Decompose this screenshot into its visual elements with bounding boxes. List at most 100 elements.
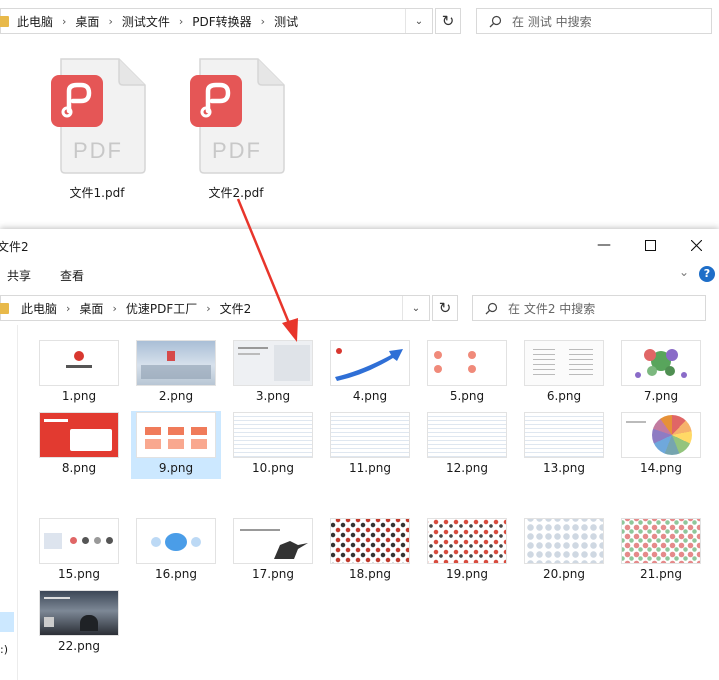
file-item[interactable]: 8.png [34,413,124,475]
maximize-icon [644,239,656,251]
breadcrumb-item[interactable]: 测试 [274,13,298,30]
file-item[interactable]: 12.png [422,413,512,475]
image-thumbnail [137,519,215,563]
address-bar[interactable]: 此电脑 › 桌面 › 测试文件 › PDF转换器 › 测试 ⌄ [0,8,433,34]
search-icon [489,15,502,27]
breadcrumb-item[interactable]: 此电脑 [21,300,57,317]
navigation-pane[interactable]: :) [0,325,18,680]
nav-selected-item[interactable] [0,612,14,632]
folder-icon [0,15,9,27]
chevron-down-icon[interactable]: ⌄ [679,265,689,279]
file-item[interactable]: 1.png [34,341,124,403]
file-name: 10.png [252,461,294,475]
image-thumbnail [525,341,603,385]
file-name: 21.png [640,567,682,581]
maximize-button[interactable] [627,229,673,261]
file-name: 7.png [643,389,679,403]
file-item[interactable]: 17.png [228,519,318,581]
image-thumbnail [622,341,700,385]
chevron-down-icon[interactable]: ⌄ [405,9,432,33]
close-icon [690,239,702,251]
image-thumbnail [137,341,215,385]
file-item[interactable]: PDF 文件2.pdf [181,57,291,201]
chevron-down-icon[interactable]: ⌄ [402,296,429,320]
file-item[interactable]: 3.png [228,341,318,403]
breadcrumb-item[interactable]: 优速PDF工厂 [126,300,197,317]
refresh-icon: ↻ [441,12,455,30]
file-item[interactable]: 6.png [519,341,609,403]
search-placeholder: 在 文件2 中搜索 [508,301,596,316]
file-item[interactable]: 22.png [34,591,124,653]
file-item-selected[interactable]: 9.png [131,411,221,479]
search-placeholder: 在 测试 中搜索 [512,14,592,29]
refresh-button[interactable]: ↻ [435,8,461,34]
image-thumbnail [331,413,409,457]
chevron-right-icon: › [112,301,117,315]
pdf-file-icon: PDF [51,58,146,174]
file-name: 文件2.pdf [208,186,264,200]
image-thumbnail [525,519,603,563]
breadcrumb-item[interactable]: 文件2 [220,300,252,317]
file-item[interactable]: 7.png [616,341,706,403]
svg-text:PDF: PDF [73,138,123,163]
image-thumbnail [622,413,700,457]
search-input[interactable]: 在 测试 中搜索 [476,8,712,34]
ribbon-tabs: 共享 查看 ⌄ ? [0,261,719,287]
address-bar[interactable]: 此电脑 › 桌面 › 优速PDF工厂 › 文件2 ⌄ [0,295,430,321]
nav-item-label[interactable]: :) [0,643,8,656]
image-thumbnail [137,413,215,457]
image-thumbnail [40,341,118,385]
file-name: 8.png [61,461,97,475]
window-title: 文件2 [0,240,29,254]
file-name: 2.png [158,389,194,403]
tab-share[interactable]: 共享 [7,267,31,284]
breadcrumb-item[interactable]: 桌面 [79,300,103,317]
file-name: 22.png [58,639,100,653]
file-item[interactable]: 20.png [519,519,609,581]
title-bar[interactable]: 文件2 — [0,229,719,261]
close-button[interactable] [673,229,719,261]
file-name: 18.png [349,567,391,581]
file-item[interactable]: 13.png [519,413,609,475]
breadcrumb-item[interactable]: 测试文件 [122,13,170,30]
file-item[interactable]: 16.png [131,519,221,581]
breadcrumb: 此电脑 › 桌面 › 测试文件 › PDF转换器 › 测试 [17,13,298,30]
file-name: 13.png [543,461,585,475]
minimize-button[interactable]: — [581,229,627,261]
file-item[interactable]: 15.png [34,519,124,581]
file-name: 17.png [252,567,294,581]
image-thumbnail [40,591,118,635]
chevron-right-icon: › [206,301,211,315]
file-name: 11.png [349,461,391,475]
file-item[interactable]: 14.png [616,413,706,475]
breadcrumb: 此电脑 › 桌面 › 优速PDF工厂 › 文件2 [21,300,251,317]
file-name: 5.png [449,389,485,403]
image-thumbnail [234,519,312,563]
file-item[interactable]: 4.png [325,341,415,403]
breadcrumb-item[interactable]: 此电脑 [17,13,53,30]
image-thumbnail [40,519,118,563]
file-item[interactable]: 18.png [325,519,415,581]
search-input[interactable]: 在 文件2 中搜索 [472,295,706,321]
file-item[interactable]: PDF 文件1.pdf [42,57,152,201]
svg-text:PDF: PDF [212,138,262,163]
foreground-explorer-window: 文件2 — 共享 查看 ⌄ ? 此电脑 › 桌面 › 优速PDF工厂 › 文件2 ⌄ … [0,229,719,680]
file-item[interactable]: 11.png [325,413,415,475]
file-item[interactable]: 5.png [422,341,512,403]
file-item[interactable]: 21.png [616,519,706,581]
file-item[interactable]: 2.png [131,341,221,403]
file-name: 16.png [155,567,197,581]
breadcrumb-item[interactable]: PDF转换器 [192,13,251,30]
file-item[interactable]: 10.png [228,413,318,475]
breadcrumb-item[interactable]: 桌面 [75,13,99,30]
file-item[interactable]: 19.png [422,519,512,581]
file-name: 20.png [543,567,585,581]
file-name: 文件1.pdf [69,186,125,200]
image-thumbnail [331,341,409,385]
image-thumbnail [234,413,312,457]
tab-view[interactable]: 查看 [60,267,84,284]
help-icon[interactable]: ? [699,266,715,282]
file-name: 14.png [640,461,682,475]
refresh-button[interactable]: ↻ [432,295,458,321]
search-icon [485,302,498,314]
